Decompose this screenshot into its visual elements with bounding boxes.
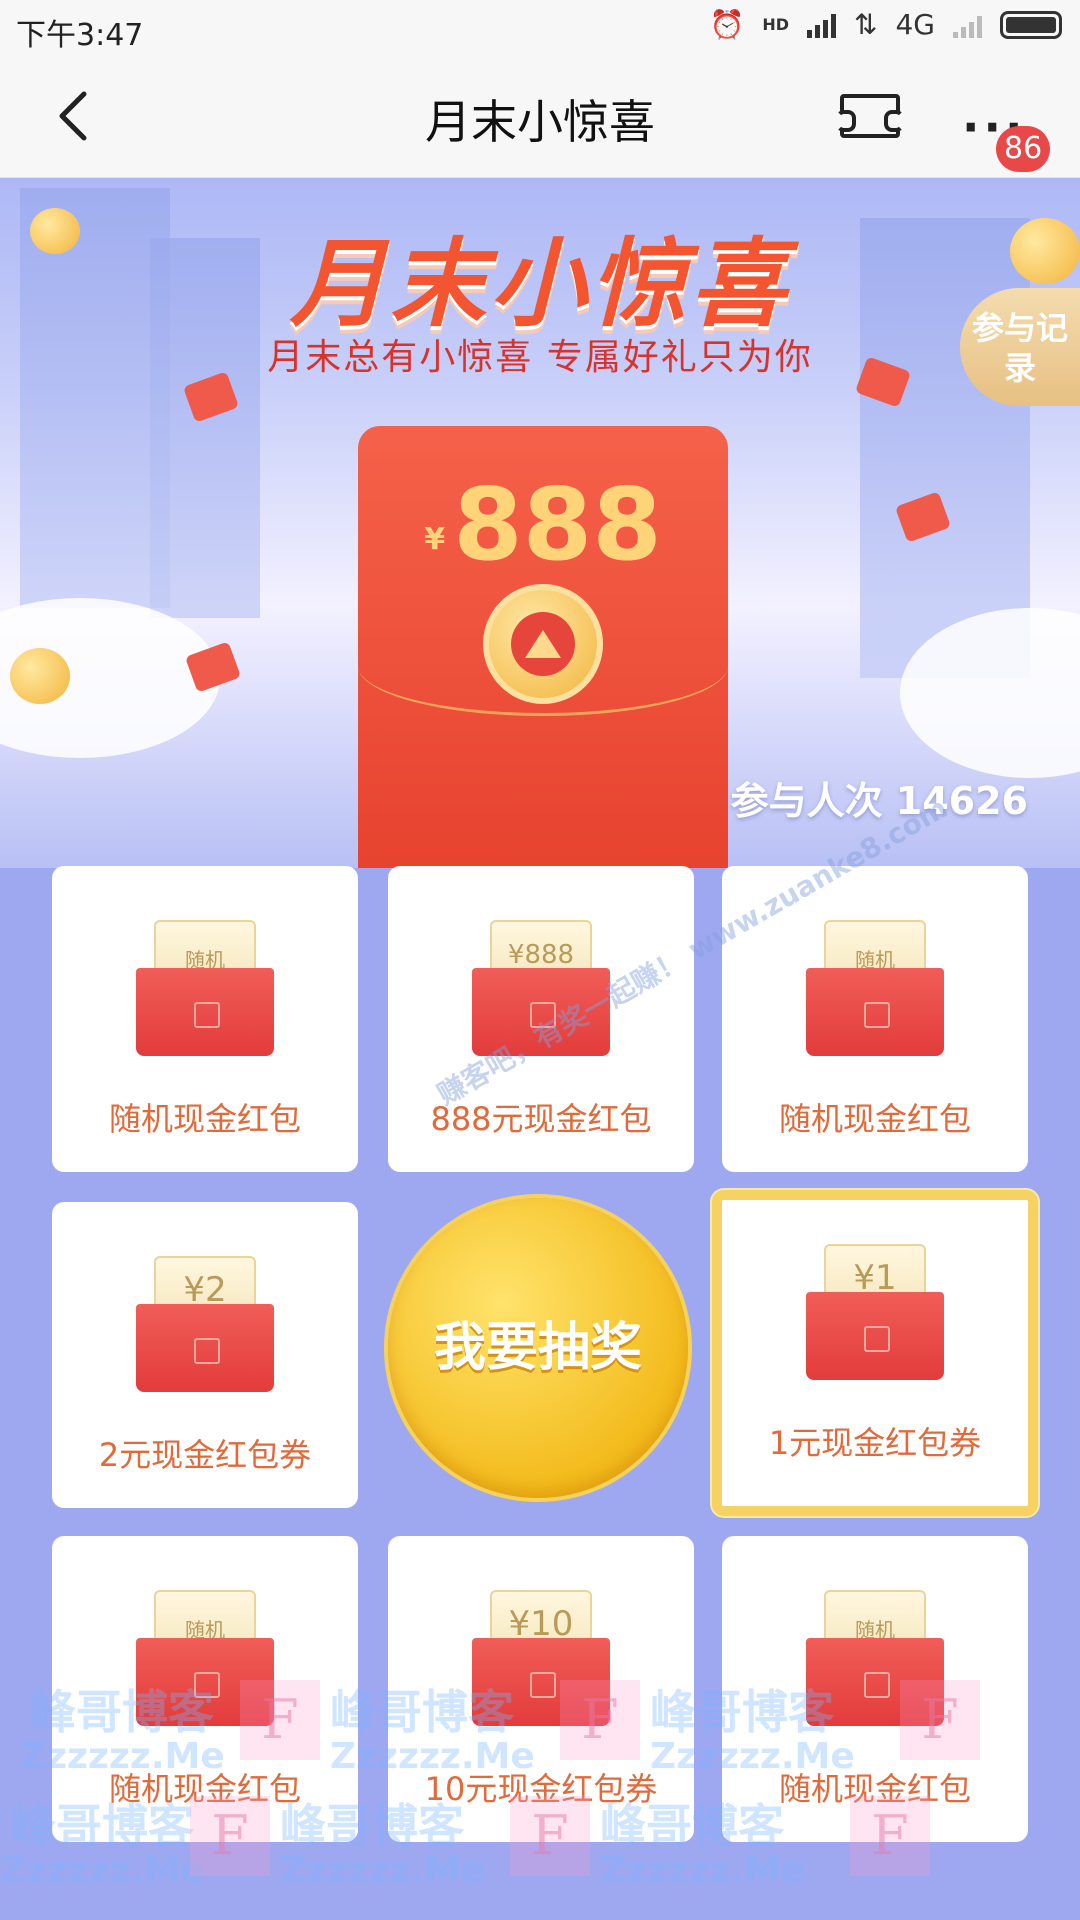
red-envelope-illustration: ¥888 <box>358 426 728 868</box>
brand-url-watermark: Zzzzzz.Me <box>280 1850 485 1891</box>
bank-logo-icon <box>483 584 603 704</box>
red-envelope-icon: 随机 <box>136 920 274 1056</box>
prize-card-selected: ¥1 1元现金红包券 <box>712 1190 1038 1516</box>
hero-subtitle: 月末总有小惊喜 专属好礼只为你 <box>267 337 813 378</box>
amount-value: 888 <box>453 466 662 583</box>
brand-url-watermark: Zzzzzz.Me <box>0 1850 205 1891</box>
f-watermark-icon: F <box>190 1796 270 1876</box>
page-title: 月末小惊喜 <box>425 95 655 149</box>
notification-badge: 86 <box>996 126 1051 172</box>
red-envelope-icon: ¥2 <box>136 1256 274 1392</box>
red-envelope-icon: 随机 <box>806 920 944 1056</box>
ticket-text: ¥888 <box>507 940 575 970</box>
draw-lottery-button[interactable]: 我要抽奖 <box>388 1198 688 1498</box>
f-watermark-icon: F <box>240 1680 320 1760</box>
network-type: 4G <box>895 8 935 41</box>
prize-label: 888元现金红包 <box>430 1100 652 1138</box>
signal-weak-icon <box>953 12 982 38</box>
hero-title: 月末小惊喜 <box>290 228 790 340</box>
currency-symbol: ¥ <box>424 522 446 557</box>
pocket-icon <box>806 968 944 1056</box>
prize-label: 随机现金红包 <box>108 1100 301 1138</box>
red-envelope-icon: ¥1 <box>806 1244 944 1380</box>
f-watermark-icon: F <box>560 1680 640 1760</box>
participation-records-button[interactable]: 参与记录 <box>960 288 1080 406</box>
hd-icon: HD <box>762 15 790 34</box>
data-transfer-icon: ⇅ <box>854 8 878 41</box>
status-time: 下午3:47 <box>16 18 144 53</box>
alarm-icon: ⏰ <box>709 8 745 41</box>
envelope-amount: ¥888 <box>358 466 728 583</box>
status-icons: ⏰ HD ⇅ 4G <box>709 8 1062 41</box>
pocket-icon <box>806 1292 944 1380</box>
signal-icon <box>807 12 837 38</box>
participants-count: 参与人次 14626 <box>730 779 1028 823</box>
prize-label: 1元现金红包券 <box>768 1424 982 1462</box>
prize-card: 随机 随机现金红包 <box>52 866 358 1172</box>
pocket-icon <box>136 968 274 1056</box>
prize-label: 随机现金红包 <box>778 1100 971 1138</box>
prize-card: ¥2 2元现金红包券 <box>52 1202 358 1508</box>
status-bar: 下午3:47 ⏰ HD ⇅ 4G <box>0 0 1080 56</box>
hero-banner: 月末小惊喜 月末总有小惊喜 专属好礼只为你 参与记录 ¥888 参与人次 146… <box>0 178 1080 868</box>
nav-bar: 月末小惊喜 ··· 86 <box>0 56 1080 178</box>
coin-decoration <box>10 648 70 704</box>
battery-icon <box>1000 10 1062 39</box>
pocket-icon <box>136 1304 274 1392</box>
f-watermark-icon: F <box>850 1796 930 1876</box>
brand-url-watermark: Zzzzzz.Me <box>600 1850 805 1891</box>
prize-label: 2元现金红包券 <box>98 1436 312 1474</box>
f-watermark-icon: F <box>510 1796 590 1876</box>
f-watermark-icon: F <box>900 1680 980 1760</box>
coupon-icon[interactable] <box>836 94 904 138</box>
